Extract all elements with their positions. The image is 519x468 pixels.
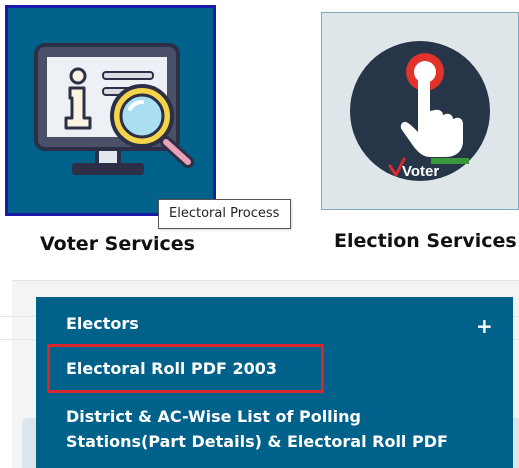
background-card <box>513 418 519 468</box>
voter-touch-icon: Voter <box>350 41 490 181</box>
voter-services-tile[interactable] <box>5 5 216 216</box>
dropdown-menu: Electors + Electoral Roll PDF 2003 Distr… <box>36 297 513 468</box>
tooltip: Electoral Process <box>158 199 291 229</box>
menu-item-electors[interactable]: Electors <box>36 311 513 336</box>
voter-services-caption[interactable]: Voter Services <box>40 233 195 255</box>
menu-item-electoral-roll-pdf-2003[interactable]: Electoral Roll PDF 2003 <box>36 356 513 381</box>
background-card <box>22 418 36 468</box>
menu-item-polling-stations-list[interactable]: District & AC-Wise List of Polling Stati… <box>36 404 513 454</box>
expand-plus-icon[interactable]: + <box>476 315 493 337</box>
election-services-tile[interactable]: Voter <box>321 12 519 210</box>
election-services-caption[interactable]: Election Services <box>334 230 517 252</box>
monitor-info-magnifier-icon <box>34 43 194 175</box>
voter-icon-text: Voter <box>402 163 439 180</box>
page: Voter Services Voter Election Services E… <box>0 0 519 468</box>
